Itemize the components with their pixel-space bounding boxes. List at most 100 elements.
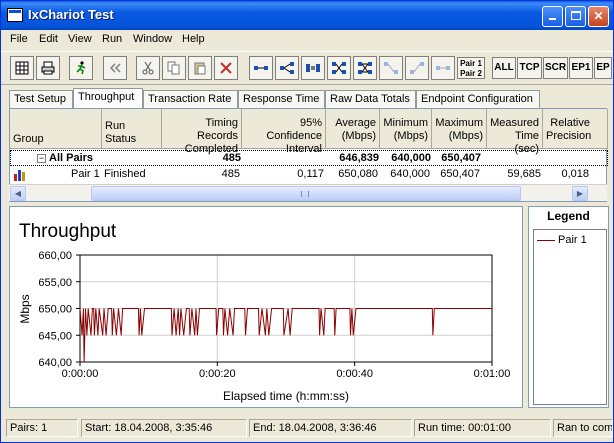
scroll-left-arrow[interactable]: ◀ <box>10 186 26 201</box>
legend-swatch <box>537 239 555 241</box>
status-bar: Pairs: 1 Start: 18.04.2008, 3:35:46 End:… <box>1 416 613 442</box>
table-row[interactable]: Pair 1 Finished 485 0,117 650,080 640,00… <box>10 167 608 183</box>
main-window: IxChariot Test ✕ File Edit View Run Wind… <box>0 0 614 443</box>
bar-chart-icon <box>14 170 25 181</box>
chart-title: Throughput <box>19 221 117 242</box>
legend-item-label: Pair 1 <box>558 234 587 246</box>
y-tick-label: 660,00 <box>38 250 72 262</box>
column-header-minimum[interactable]: Minimum (Mbps) <box>380 109 432 149</box>
runner-icon <box>76 61 86 75</box>
column-header-group[interactable]: Group <box>10 109 102 149</box>
pair-option-1-button[interactable] <box>379 56 403 80</box>
cross-pair-icon <box>332 62 346 74</box>
average-value: 646,839 <box>339 152 379 164</box>
confidence-interval-value: 0,117 <box>297 168 324 180</box>
grip-icon <box>301 191 309 197</box>
minimum-value: 640,000 <box>391 152 431 164</box>
x-tick-label: 0:00:00 <box>62 368 99 380</box>
tab-test-setup[interactable]: Test Setup <box>9 90 73 108</box>
legend-list: Pair 1 <box>533 229 607 405</box>
filter-tcp-button[interactable]: TCP <box>517 57 542 79</box>
run-button[interactable] <box>69 56 93 80</box>
close-button[interactable]: ✕ <box>588 6 609 27</box>
tab-raw-data-totals[interactable]: Raw Data Totals <box>325 90 416 108</box>
maximum-value: 650,407 <box>440 168 480 180</box>
legend-item[interactable]: Pair 1 <box>537 234 587 246</box>
mesh-icon <box>358 62 372 74</box>
menu-edit[interactable]: Edit <box>39 33 58 45</box>
delete-button[interactable] <box>214 56 238 80</box>
y-tick-label: 655,00 <box>38 277 72 289</box>
double-left-arrow-icon <box>109 63 121 73</box>
column-header-timing-records[interactable]: Timing Records Completed <box>162 109 242 155</box>
multicast-icon <box>280 62 294 74</box>
scissors-icon <box>142 61 154 75</box>
paste-button[interactable] <box>188 56 212 80</box>
tab-throughput[interactable]: Throughput <box>73 88 143 108</box>
add-pair-button[interactable] <box>249 56 273 80</box>
cut-button[interactable] <box>136 56 160 80</box>
menu-file[interactable]: File <box>10 33 28 45</box>
menu-help[interactable]: Help <box>182 33 205 45</box>
menu-run[interactable]: Run <box>102 33 122 45</box>
mesh-pair-button[interactable] <box>353 56 377 80</box>
throughput-chart: Throughput Mbps Elapsed time (h:mm:ss) 6… <box>9 206 523 408</box>
chart-ticks: 640,00645,00650,00655,00660,000:00:00 0:0… <box>38 250 510 380</box>
new-test-button[interactable] <box>10 56 34 80</box>
filter-ep1-button[interactable]: EP1 <box>569 57 593 79</box>
column-header-confidence-interval[interactable]: 95% Confidence Interval <box>242 109 326 155</box>
minimum-value: 640,000 <box>390 168 430 180</box>
tab-response-time[interactable]: Response Time <box>238 90 325 108</box>
column-header-measured-time[interactable]: Measured Time (sec) <box>487 109 543 155</box>
title-bar[interactable]: IxChariot Test ✕ <box>1 1 613 30</box>
menu-view[interactable]: View <box>68 33 92 45</box>
maximum-value: 650,407 <box>441 152 481 164</box>
pair-toggle-button[interactable]: Pair 1 Pair 2 <box>457 57 485 79</box>
table-row[interactable]: − All Pairs 485 646,839 640,000 650,407 <box>10 150 608 166</box>
add-multicast-button[interactable] <box>275 56 299 80</box>
scrollbar-thumb[interactable] <box>91 186 521 201</box>
tab-endpoint-configuration[interactable]: Endpoint Configuration <box>416 90 540 108</box>
chart-svg: Throughput Mbps Elapsed time (h:mm:ss) 6… <box>18 221 510 403</box>
y-axis-label: Mbps <box>18 294 32 323</box>
status-end: End: 18.04.2008, 3:36:46 <box>249 419 412 437</box>
horizontal-scrollbar[interactable]: ◀ ▶ <box>9 184 607 201</box>
scroll-right-arrow[interactable]: ▶ <box>572 186 588 201</box>
column-header-relative-precision[interactable]: Relative Precision <box>543 109 608 149</box>
records-value: 485 <box>222 152 241 164</box>
pair-disabled-icon <box>410 62 424 74</box>
copy-button[interactable] <box>162 56 186 80</box>
pair-option-3-button[interactable] <box>431 56 455 80</box>
x-axis-label: Elapsed time (h:mm:ss) <box>223 389 349 403</box>
grid-icon <box>15 61 29 75</box>
pair-option-2-button[interactable] <box>405 56 429 80</box>
menu-bar: File Edit View Run Window Help <box>1 30 613 50</box>
x-tick-label: 0:00:40 <box>336 368 373 380</box>
column-header-maximum[interactable]: Maximum (Mbps) <box>432 109 487 149</box>
maximize-button[interactable] <box>565 6 586 27</box>
tab-transaction-rate[interactable]: Transaction Rate <box>143 90 238 108</box>
status-pairs: Pairs: 1 <box>6 419 78 437</box>
maximize-icon <box>570 11 581 20</box>
collapse-toggle[interactable]: − <box>37 154 46 163</box>
filter-scr-button[interactable]: SCR <box>543 57 568 79</box>
column-header-average[interactable]: Average (Mbps) <box>326 109 380 149</box>
minimize-button[interactable] <box>542 6 563 27</box>
average-value: 650,080 <box>338 168 378 180</box>
pair-disabled-icon <box>436 66 450 70</box>
hardware-pair-button[interactable] <box>301 56 325 80</box>
x-tick-label: 0:00:20 <box>199 368 236 380</box>
legend-title: Legend <box>547 209 590 223</box>
legend-panel: Legend Pair 1 <box>528 206 609 408</box>
column-header-run-status[interactable]: Run Status <box>102 109 162 149</box>
pair-disabled-icon <box>384 62 398 74</box>
back-button[interactable] <box>103 56 127 80</box>
run-status-value: Finished <box>104 168 146 180</box>
cross-pair-button[interactable] <box>327 56 351 80</box>
print-button[interactable] <box>36 56 60 80</box>
filter-all-button[interactable]: ALL <box>492 57 516 79</box>
menu-window[interactable]: Window <box>133 33 172 45</box>
filter-ep2-button[interactable]: EP <box>594 57 612 79</box>
printer-icon <box>41 61 55 75</box>
copy-icon <box>167 61 180 75</box>
